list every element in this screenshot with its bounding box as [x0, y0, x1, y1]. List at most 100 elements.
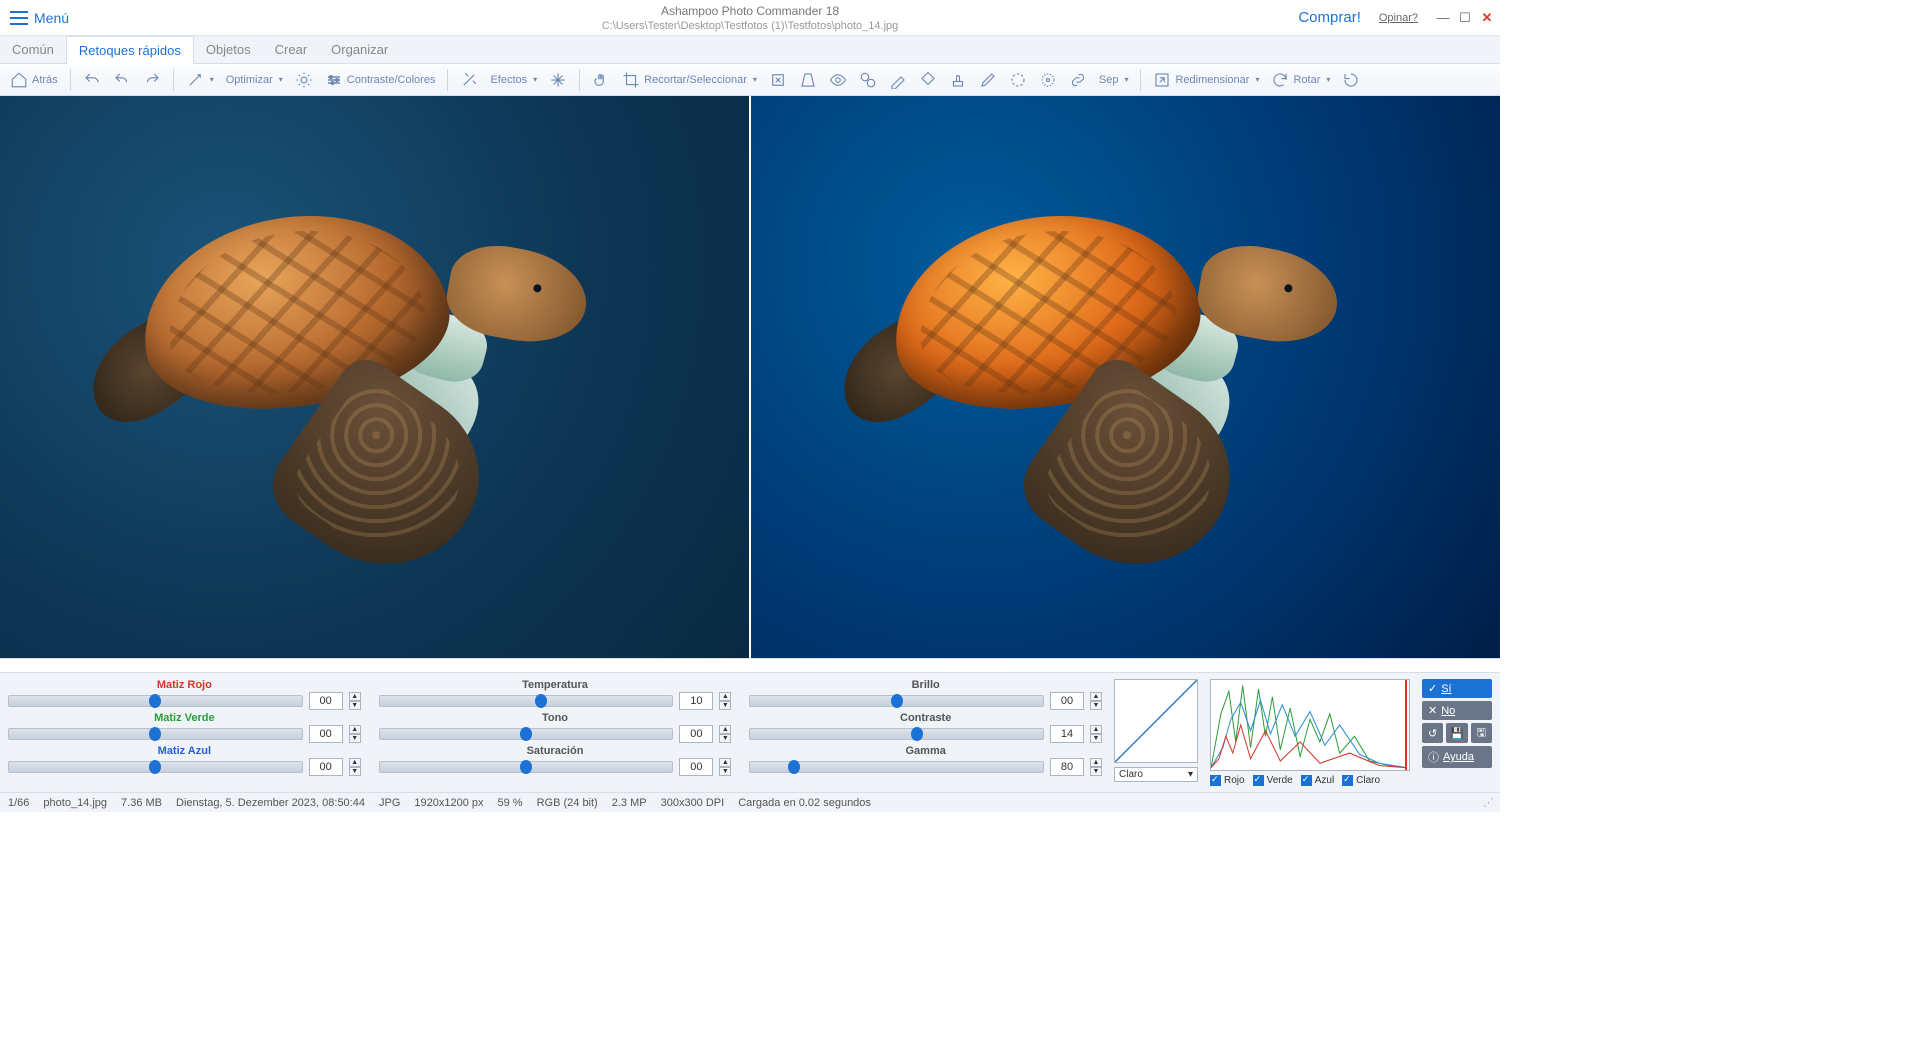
tab-crear[interactable]: Crear	[263, 36, 320, 63]
resize-grip[interactable]: ⋰	[1483, 796, 1492, 809]
tab-común[interactable]: Común	[0, 36, 66, 63]
home-button[interactable]: Atrás	[6, 69, 62, 91]
curves-channel-select[interactable]: Claro▾	[1114, 767, 1198, 782]
tab-objetos[interactable]: Objetos	[194, 36, 263, 63]
effects-wand-icon[interactable]	[456, 69, 482, 91]
slider-matiz-rojo: Matiz Rojo 00 ▲▼	[8, 679, 361, 710]
slider-saturación: Saturación 00 ▲▼	[379, 745, 732, 776]
slider-value[interactable]: 10	[679, 692, 713, 710]
maximize-button[interactable]: ☐	[1458, 11, 1472, 25]
histo-cb-claro[interactable]: Claro	[1342, 775, 1380, 786]
histogram-box	[1210, 679, 1410, 771]
slider-spinner[interactable]: ▲▼	[719, 692, 731, 710]
histo-cb-rojo[interactable]: Rojo	[1210, 775, 1245, 786]
slider-track[interactable]	[749, 728, 1044, 740]
menu-button[interactable]: Menú	[0, 10, 79, 26]
minimize-button[interactable]: —	[1436, 11, 1450, 25]
slider-value[interactable]: 14	[1050, 725, 1084, 743]
histo-cb-verde[interactable]: Verde	[1253, 775, 1293, 786]
saveas-icon[interactable]: 🖫	[1471, 723, 1492, 743]
tab-retoques-rápidos[interactable]: Retoques rápidos	[66, 36, 194, 64]
reset-rotate-icon[interactable]	[1338, 69, 1364, 91]
contrast-button[interactable]: Contraste/Colores	[321, 69, 440, 91]
status-filename: photo_14.jpg	[43, 797, 107, 809]
clone-icon[interactable]	[855, 69, 881, 91]
titlebar: Menú Ashampoo Photo Commander 18 C:\User…	[0, 0, 1500, 36]
crop-button[interactable]: Recortar/Seleccionar▾	[618, 69, 761, 91]
status-dimensions: 1920x1200 px	[414, 797, 483, 809]
rotate-button[interactable]: Rotar▾	[1267, 69, 1334, 91]
slider-value[interactable]: 00	[309, 725, 343, 743]
status-date: Dienstag, 5. Dezember 2023, 08:50:44	[176, 797, 365, 809]
perspective-icon[interactable]	[795, 69, 821, 91]
save-icon[interactable]: 💾	[1446, 723, 1467, 743]
move-icon[interactable]	[765, 69, 791, 91]
no-button[interactable]: ✕ No	[1422, 701, 1492, 720]
status-index: 1/66	[8, 797, 29, 809]
status-loaded: Cargada en 0.02 segundos	[738, 797, 871, 809]
redeye-icon[interactable]	[825, 69, 851, 91]
eraser-icon[interactable]	[885, 69, 911, 91]
slider-value[interactable]: 00	[309, 692, 343, 710]
buy-link[interactable]: Comprar!	[1298, 9, 1361, 26]
menu-label: Menú	[34, 10, 69, 26]
slider-spinner[interactable]: ▲▼	[349, 758, 361, 776]
slider-value[interactable]: 80	[1050, 758, 1084, 776]
curves-box[interactable]: Claro▾	[1114, 679, 1198, 786]
bucket-icon[interactable]	[915, 69, 941, 91]
tab-organizar[interactable]: Organizar	[319, 36, 400, 63]
before-pane[interactable]	[0, 96, 749, 658]
resize-button[interactable]: Redimensionar▾	[1149, 69, 1263, 91]
sparkle-icon[interactable]	[545, 69, 571, 91]
close-button[interactable]: ✕	[1480, 11, 1494, 25]
pan-icon[interactable]	[588, 69, 614, 91]
slider-track[interactable]	[8, 695, 303, 707]
undo-icon[interactable]	[109, 69, 135, 91]
yes-button[interactable]: ✓ Sí	[1422, 679, 1492, 698]
slider-spinner[interactable]: ▲▼	[719, 725, 731, 743]
slider-spinner[interactable]: ▲▼	[719, 758, 731, 776]
slider-track[interactable]	[749, 761, 1044, 773]
slider-label: Brillo	[749, 679, 1102, 691]
slider-value[interactable]: 00	[679, 725, 713, 743]
after-pane[interactable]	[751, 96, 1500, 658]
slider-contraste: Contraste 14 ▲▼	[749, 712, 1102, 743]
sep-button[interactable]: Sep▾	[1095, 72, 1133, 88]
slider-track[interactable]	[379, 728, 674, 740]
brightness-icon[interactable]	[291, 69, 317, 91]
redo-icon[interactable]	[139, 69, 165, 91]
slider-value[interactable]: 00	[309, 758, 343, 776]
status-mp: 2.3 MP	[612, 797, 647, 809]
slider-value[interactable]: 00	[679, 758, 713, 776]
stamp-icon[interactable]	[945, 69, 971, 91]
slider-spinner[interactable]: ▲▼	[1090, 692, 1102, 710]
slider-track[interactable]	[379, 761, 674, 773]
sharpen-icon[interactable]	[1035, 69, 1061, 91]
histo-cb-azul[interactable]: Azul	[1301, 775, 1334, 786]
status-format: JPG	[379, 797, 400, 809]
pencil-icon[interactable]	[975, 69, 1001, 91]
slider-matiz-azul: Matiz Azul 00 ▲▼	[8, 745, 361, 776]
slider-matiz-verde: Matiz Verde 00 ▲▼	[8, 712, 361, 743]
slider-track[interactable]	[379, 695, 674, 707]
optimize-button[interactable]: Optimizar▾	[222, 72, 287, 88]
wand-icon[interactable]: ▾	[182, 69, 218, 91]
blur-icon[interactable]	[1005, 69, 1031, 91]
slider-value[interactable]: 00	[1050, 692, 1084, 710]
reset-icon[interactable]: ↺	[1422, 723, 1443, 743]
slider-track[interactable]	[8, 728, 303, 740]
slider-track[interactable]	[8, 761, 303, 773]
feedback-link[interactable]: Opinar?	[1379, 12, 1418, 24]
effects-button[interactable]: Efectos▾	[486, 72, 541, 88]
undo-all-icon[interactable]	[79, 69, 105, 91]
slider-spinner[interactable]: ▲▼	[349, 725, 361, 743]
slider-label: Tono	[379, 712, 732, 724]
link-icon[interactable]	[1065, 69, 1091, 91]
slider-spinner[interactable]: ▲▼	[1090, 758, 1102, 776]
slider-track[interactable]	[749, 695, 1044, 707]
slider-brillo: Brillo 00 ▲▼	[749, 679, 1102, 710]
slider-spinner[interactable]: ▲▼	[1090, 725, 1102, 743]
tabs: ComúnRetoques rápidosObjetosCrearOrganiz…	[0, 36, 1500, 64]
slider-spinner[interactable]: ▲▼	[349, 692, 361, 710]
help-button[interactable]: ⓘ Ayuda	[1422, 746, 1492, 768]
